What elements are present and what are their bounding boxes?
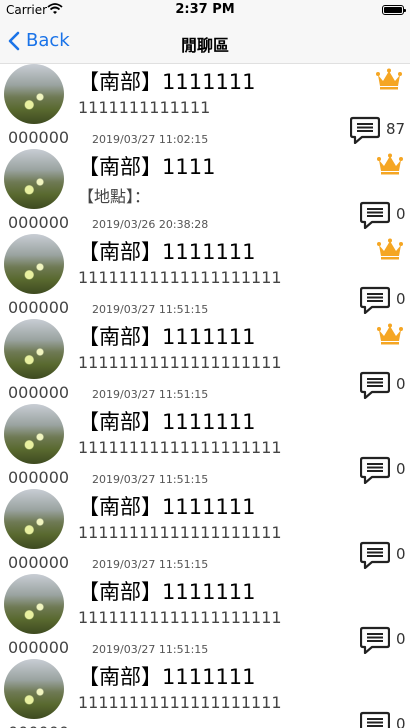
post-timestamp: 2019/03/27 11:51:15 <box>92 388 209 401</box>
navigation-bar: Back 閒聊區 <box>0 20 410 64</box>
avatar <box>4 489 64 549</box>
list-item[interactable]: 【南部】1111111 1111111111111 000000 2019/03/27… <box>0 64 410 149</box>
post-title: 【南部】1111111 <box>78 410 256 434</box>
comment-count: 0 <box>396 375 406 393</box>
post-timestamp: 2019/03/27 11:51:15 <box>92 473 209 486</box>
avatar <box>4 659 64 719</box>
post-username: 000000 <box>8 468 70 487</box>
post-username: 000000 <box>8 638 70 657</box>
post-username: 000000 <box>8 723 69 728</box>
status-bar: Carrier 2:37 PM <box>0 0 410 20</box>
crown-icon <box>377 153 403 175</box>
comment-icon[interactable] <box>360 711 390 728</box>
comment-count: 87 <box>386 120 406 138</box>
post-content: 11111111111111111111 <box>78 268 282 287</box>
avatar <box>4 64 64 124</box>
post-title: 【南部】1111111 <box>78 665 256 689</box>
comment-icon[interactable] <box>360 286 390 314</box>
post-content: 11111111111111111111 <box>78 353 282 372</box>
avatar <box>4 574 64 634</box>
list-item[interactable]: 【南部】1111111 11111111111111111111 000000 201… <box>0 234 410 319</box>
avatar <box>4 319 64 379</box>
comment-count: 0 <box>396 205 406 223</box>
post-list[interactable]: 【南部】1111111 1111111111111 000000 2019/03/27… <box>0 64 410 728</box>
post-content: 【地點】： <box>78 187 151 206</box>
post-content: 1111111111111 <box>78 98 211 117</box>
avatar <box>4 234 64 294</box>
post-content: 11111111111111111111 <box>78 523 282 542</box>
post-title: 【南部】1111111 <box>78 240 256 264</box>
comment-icon[interactable] <box>360 201 390 229</box>
comment-icon[interactable] <box>360 541 390 569</box>
list-item[interactable]: 【南部】1111111 11111111111111111111 000000 201… <box>0 574 410 659</box>
post-timestamp: 2019/03/27 11:02:15 <box>92 133 209 146</box>
avatar <box>4 404 64 464</box>
list-item[interactable]: 【南部】1111111 11111111111111111111 000000 201… <box>0 404 410 489</box>
status-time: 2:37 PM <box>175 2 235 17</box>
post-title: 【南部】1111111 <box>78 325 256 349</box>
comment-count: 0 <box>396 460 406 478</box>
comment-count: 0 <box>396 630 406 648</box>
post-title: 【南部】1111 <box>78 155 216 179</box>
list-item[interactable]: 【南部】1111 【地點】： 000000 2019/03/26 20:38:28 0 <box>0 149 410 234</box>
post-title: 【南部】1111111 <box>78 580 256 604</box>
post-title: 【南部】1111111 <box>78 495 256 519</box>
post-timestamp: 2019/03/27 11:51:15 <box>92 558 209 571</box>
post-timestamp: 2019/03/27 11:51:15 <box>92 303 209 316</box>
list-item[interactable]: 【南部】1111111 11111111111111111111 000000 201… <box>0 319 410 404</box>
crown-icon <box>377 323 403 345</box>
post-username: 000000 <box>8 383 70 402</box>
post-title: 【南部】1111111 <box>78 70 256 94</box>
comment-count: 0 <box>396 715 406 728</box>
post-username: 000000 <box>8 298 70 317</box>
page-title: 閒聊區 <box>180 36 229 55</box>
comment-icon[interactable] <box>360 626 390 654</box>
post-content: 11111111111111111111 <box>78 438 282 457</box>
crown-icon <box>376 68 402 90</box>
comment-count: 0 <box>396 545 406 563</box>
post-timestamp: 2019/03/26 20:38:28 <box>92 218 209 231</box>
comment-icon[interactable] <box>350 116 380 144</box>
list-item[interactable]: 【南部】1111111 11111111111111111111 000000 201… <box>0 489 410 574</box>
crown-icon <box>377 238 403 260</box>
post-content: 11111111111111111111 <box>78 693 282 712</box>
post-username: 000000 <box>8 128 70 147</box>
post-username: 000000 <box>8 553 70 572</box>
post-username: 000000 <box>8 213 70 232</box>
avatar <box>4 149 64 209</box>
comment-icon[interactable] <box>360 456 390 484</box>
post-content: 11111111111111111111 <box>78 608 282 627</box>
comment-icon[interactable] <box>360 371 390 399</box>
comment-count: 0 <box>396 290 406 308</box>
post-timestamp: 2019/03/27 11:51:15 <box>92 643 209 656</box>
list-item[interactable]: 【南部】1111111111111111111111111110000000 <box>0 659 410 728</box>
battery-icon <box>382 5 406 15</box>
